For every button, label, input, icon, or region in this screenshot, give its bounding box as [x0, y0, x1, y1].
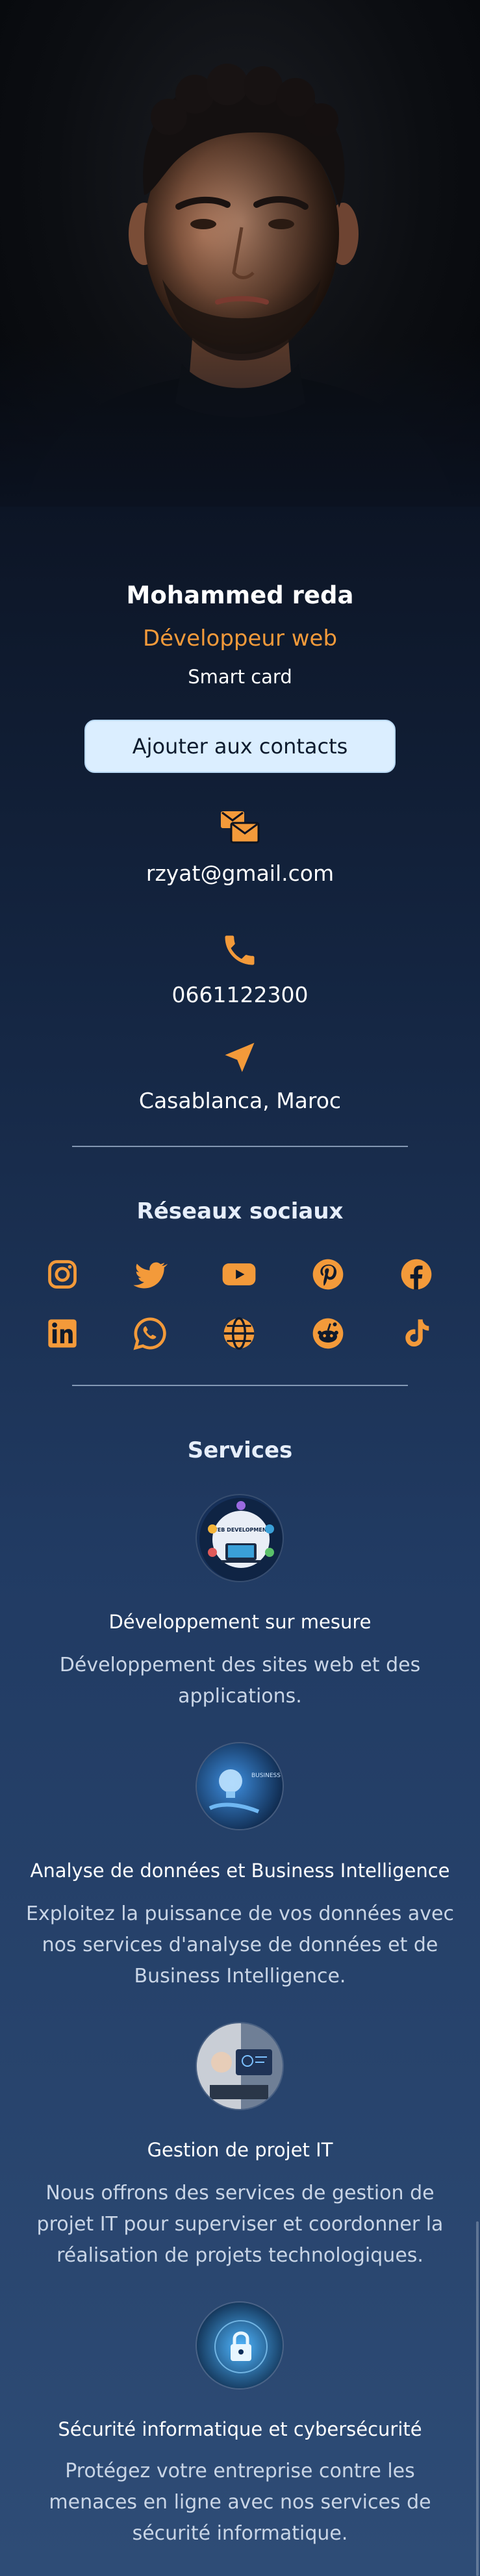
linkedin-icon[interactable]: [43, 1314, 82, 1353]
phone-icon: [218, 929, 261, 972]
whatsapp-icon[interactable]: [131, 1314, 170, 1353]
social-section-title: Réseaux sociaux: [136, 1198, 344, 1224]
cybersecurity-image: [196, 2301, 284, 2390]
service-description: Développement des sites web et des appli…: [59, 1654, 421, 1708]
service-description: Exploitez la puissance de vos données av…: [26, 1902, 454, 1988]
globe-icon[interactable]: [220, 1314, 259, 1353]
service-title: Analyse de données et Business Intellige…: [30, 1860, 450, 1882]
profile-tagline: Smart card: [188, 666, 292, 688]
divider: [72, 1385, 408, 1386]
service-title: Gestion de projet IT: [147, 2139, 333, 2161]
business-intelligence-image: BUSINESS INTELLIG: [196, 1742, 284, 1830]
email-icon: [218, 805, 261, 848]
twitter-icon[interactable]: [131, 1255, 170, 1294]
tiktok-icon[interactable]: [397, 1314, 436, 1353]
profile-name: Mohammed reda: [126, 581, 354, 609]
web-development-image-text: WEB DEVELOPMENT: [212, 1527, 271, 1533]
smart-card-page: Mohammed reda Développeur web Smart card…: [0, 0, 480, 2576]
web-development-image: WEB DEVELOPMENT: [196, 1494, 284, 1582]
location-link[interactable]: Casablanca, Maroc: [0, 1088, 480, 1113]
facebook-icon[interactable]: [397, 1255, 436, 1294]
instagram-icon[interactable]: [43, 1255, 82, 1294]
add-to-contacts-button[interactable]: Ajouter aux contacts: [84, 720, 396, 773]
business-intelligence-image-text: BUSINESS INTELLIG: [251, 1773, 284, 1779]
service-title: Sécurité informatique et cybersécurité: [58, 2418, 422, 2440]
youtube-icon[interactable]: [220, 1255, 259, 1294]
location-arrow-icon: [218, 1036, 261, 1079]
service-description: Nous offrons des services de gestion de …: [36, 2182, 444, 2267]
email-link[interactable]: rzyat@gmail.com: [0, 861, 480, 886]
pinterest-icon[interactable]: [309, 1255, 347, 1294]
reddit-icon[interactable]: [309, 1314, 347, 1353]
divider: [72, 1146, 408, 1147]
phone-link[interactable]: 0661122300: [0, 982, 480, 1007]
services-section-title: Services: [187, 1437, 293, 1463]
project-management-image: [196, 2022, 284, 2110]
service-description: Protégez votre entreprise contre les men…: [49, 2460, 431, 2545]
profile-role: Développeur web: [142, 625, 338, 651]
service-title: Développement sur mesure: [108, 1611, 372, 1633]
scrollbar[interactable]: [476, 2221, 479, 2576]
profile-photo: [0, 0, 480, 507]
